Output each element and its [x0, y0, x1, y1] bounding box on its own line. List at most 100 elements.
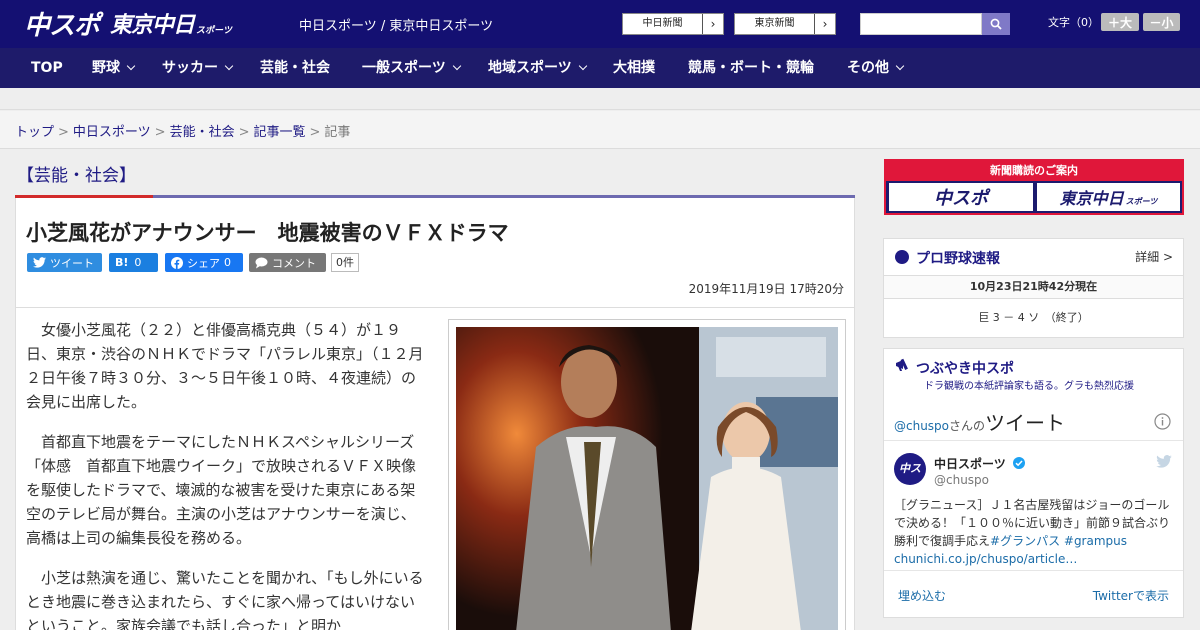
breadcrumb-separator: > — [238, 125, 250, 140]
tokyo-chunichi-logo[interactable]: 東京中日 スポーツ — [110, 6, 232, 40]
search-icon — [990, 18, 1002, 30]
nav-item-regional-sports[interactable]: 地域スポーツ — [488, 48, 587, 88]
tweets-label: ツイート — [985, 411, 1066, 435]
baseball-updated-time: 10月23日21時42分現在 — [884, 275, 1183, 299]
article-column: 【芸能・社会】 小芝風花がアナウンサー 地震被害のＶＦＸドラマ ツイート B! … — [15, 149, 855, 630]
search-input[interactable] — [860, 13, 982, 35]
chuspo-ad-logo[interactable]: 中スポ — [889, 183, 1033, 211]
chuspo-logo[interactable]: 中スポ — [24, 6, 100, 41]
breadcrumb-bar: トップ > 中日スポーツ > 芸能・社会 > 記事一覧 > 記事 — [0, 111, 1200, 149]
tweets-handle-link[interactable]: @chuspo — [894, 419, 949, 433]
verified-badge-icon — [1012, 457, 1025, 469]
tokyo-shimbun-link[interactable]: 東京新聞 › — [734, 13, 836, 35]
tweet-label: ツイート — [50, 256, 94, 270]
nav-label: 野球 — [92, 60, 120, 76]
facebook-share-button[interactable]: シェア 0 — [165, 253, 243, 272]
chunichi-shimbun-label: 中日新聞 — [623, 14, 703, 34]
tokyo-logo-subtext: スポーツ — [196, 25, 232, 36]
article-headline: 小芝風花がアナウンサー 地震被害のＶＦＸドラマ — [26, 221, 509, 245]
breadcrumb-chunichi-sports[interactable]: 中日スポーツ — [73, 125, 151, 140]
nav-label: その他 — [847, 60, 889, 76]
article-paragraph: 女優小芝風花（２２）と俳優高橋克典（５４）が１９日、東京・渋谷のＮＨＫでドラマ「… — [26, 321, 424, 411]
facebook-share-label: シェア — [187, 256, 220, 270]
breadcrumb-separator: > — [154, 125, 166, 140]
chevron-down-icon — [578, 61, 587, 71]
top-header: 中スポ 東京中日 スポーツ 中日スポーツ / 東京中日スポーツ 中日新聞 › 東京… — [0, 0, 1200, 48]
nav-item-baseball[interactable]: 野球 — [92, 48, 136, 88]
hatena-count: 0 — [134, 256, 142, 269]
nav-item-entertainment[interactable]: 芸能・社会 — [260, 48, 330, 88]
chevron-down-icon — [126, 61, 136, 71]
article-paragraph: 小芝は熱演を通じ、驚いたことを聞かれ、「もし外にいるとき地震に巻き込まれたら、す… — [26, 569, 424, 630]
baseball-box-title: プロ野球速報 — [916, 251, 1000, 267]
nav-label: 芸能・社会 — [260, 60, 330, 76]
twitter-bird-icon[interactable] — [1156, 455, 1172, 468]
article-paragraph: 首都直下地震をテーマにしたＮＨＫスペシャルシリーズ「体感 首都直下地震ウイーク」… — [26, 433, 417, 547]
tokyo-chunichi-ad-logo[interactable]: 東京中日 スポーツ — [1037, 183, 1180, 211]
search-button[interactable] — [982, 13, 1010, 35]
comment-icon — [255, 257, 268, 268]
facebook-count: 0 — [224, 256, 231, 269]
nav-item-sumo[interactable]: 大相撲 — [613, 48, 655, 88]
font-smaller-button[interactable]: －小 — [1143, 13, 1180, 31]
nav-item-general-sports[interactable]: 一般スポーツ — [362, 48, 461, 88]
main-nav: TOP 野球 サッカー 芸能・社会 一般スポーツ 地域スポーツ 大相撲 競馬・ボ… — [0, 48, 1200, 88]
nav-item-racing[interactable]: 競馬・ボート・競輪 — [688, 48, 814, 88]
comment-count: 0件 — [331, 253, 359, 272]
nav-label: 競馬・ボート・競輪 — [688, 60, 814, 76]
article-body: 女優小芝風花（２２）と俳優高橋克典（５４）が１９日、東京・渋谷のＮＨＫでドラマ「… — [15, 308, 855, 630]
breadcrumb-article-list[interactable]: 記事一覧 — [254, 125, 306, 140]
breadcrumb-top[interactable]: トップ — [15, 125, 54, 140]
tweets-divider — [884, 440, 1183, 441]
font-larger-button[interactable]: ＋大 — [1101, 13, 1139, 31]
twitter-box-subtitle: ドラ観戦の本紙評論家も語る。グラも熱烈応援 — [924, 381, 1134, 392]
tweet-button[interactable]: ツイート — [27, 253, 102, 272]
hatena-bookmark-icon: B! — [115, 256, 129, 269]
tweet-hashtags[interactable]: #グランパス #grampus — [990, 534, 1127, 548]
chunichi-shimbun-link[interactable]: 中日新聞 › — [622, 13, 724, 35]
avatar[interactable]: 中スポ — [894, 453, 926, 507]
chevron-right-icon: › — [710, 17, 716, 31]
baseball-icon — [895, 250, 909, 264]
baseball-score-box: プロ野球速報 詳細 > 10月23日21時42分現在 巨 3 － 4 ソ （終了… — [883, 238, 1184, 338]
info-icon[interactable] — [1154, 413, 1171, 430]
nav-label: 大相撲 — [613, 60, 655, 76]
tokyo-shimbun-label: 東京新聞 — [735, 14, 815, 34]
megaphone-icon — [896, 358, 908, 371]
baseball-game-result[interactable]: 巨 3 － 4 ソ （終了） — [884, 309, 1183, 325]
baseball-detail-link[interactable]: 詳細 > — [1135, 248, 1173, 265]
chevron-down-icon — [895, 61, 905, 71]
breadcrumb-current: 記事 — [324, 125, 351, 140]
tweet-link[interactable]: chunichi.co.jp/chuspo/article… — [894, 552, 1077, 566]
comment-button[interactable]: コメント — [249, 253, 326, 272]
nav-label: サッカー — [162, 60, 218, 76]
subscription-banner-title: 新聞購読のご案内 — [886, 161, 1182, 181]
tweet-text: ［グラニュース］Ｊ１名古屋残留はジョーのゴールで決める！「１００％に近い動き」前… — [894, 496, 1176, 568]
article-photo[interactable] — [448, 319, 846, 630]
twitter-box-title: つぶやき中スポ — [916, 361, 1014, 377]
tokyo-ad-logo-text: 東京中日 — [1059, 189, 1124, 208]
press-conference-photo — [456, 327, 838, 630]
tweets-footer-divider — [884, 570, 1183, 571]
site-links[interactable]: 中日スポーツ / 東京中日スポーツ — [299, 15, 493, 34]
view-on-twitter-link[interactable]: Twitterで表示 — [1093, 587, 1169, 604]
breadcrumb-entertainment[interactable]: 芸能・社会 — [170, 125, 235, 140]
facebook-icon — [171, 256, 183, 269]
comment-label: コメント — [272, 256, 316, 270]
nav-item-soccer[interactable]: サッカー — [162, 48, 234, 88]
tweet-account-name[interactable]: 中日スポーツ — [934, 455, 1025, 472]
category-heading: 【芸能・社会】 — [17, 166, 136, 186]
subscription-banner[interactable]: 新聞購読のご案内 中スポ 東京中日 スポーツ — [884, 159, 1184, 215]
photo-illustration — [456, 327, 838, 630]
tweet-account-handle[interactable]: @chuspo — [934, 473, 989, 487]
nav-item-top[interactable]: TOP — [31, 48, 63, 88]
twitter-widget-box: つぶやき中スポ ドラ観戦の本紙評論家も語る。グラも熱烈応援 @chuspoさんの… — [883, 348, 1184, 618]
sub-nav-band — [0, 88, 1200, 110]
hatena-bookmark-button[interactable]: B! 0 — [109, 253, 158, 272]
breadcrumb-separator: > — [58, 125, 69, 140]
tweet-account-name-text: 中日スポーツ — [934, 457, 1006, 471]
nav-item-other[interactable]: その他 — [847, 48, 905, 88]
embed-link[interactable]: 埋め込む — [898, 587, 946, 604]
font-size-label: 文字（0） — [1048, 16, 1099, 29]
breadcrumb: トップ > 中日スポーツ > 芸能・社会 > 記事一覧 > 記事 — [15, 121, 350, 140]
